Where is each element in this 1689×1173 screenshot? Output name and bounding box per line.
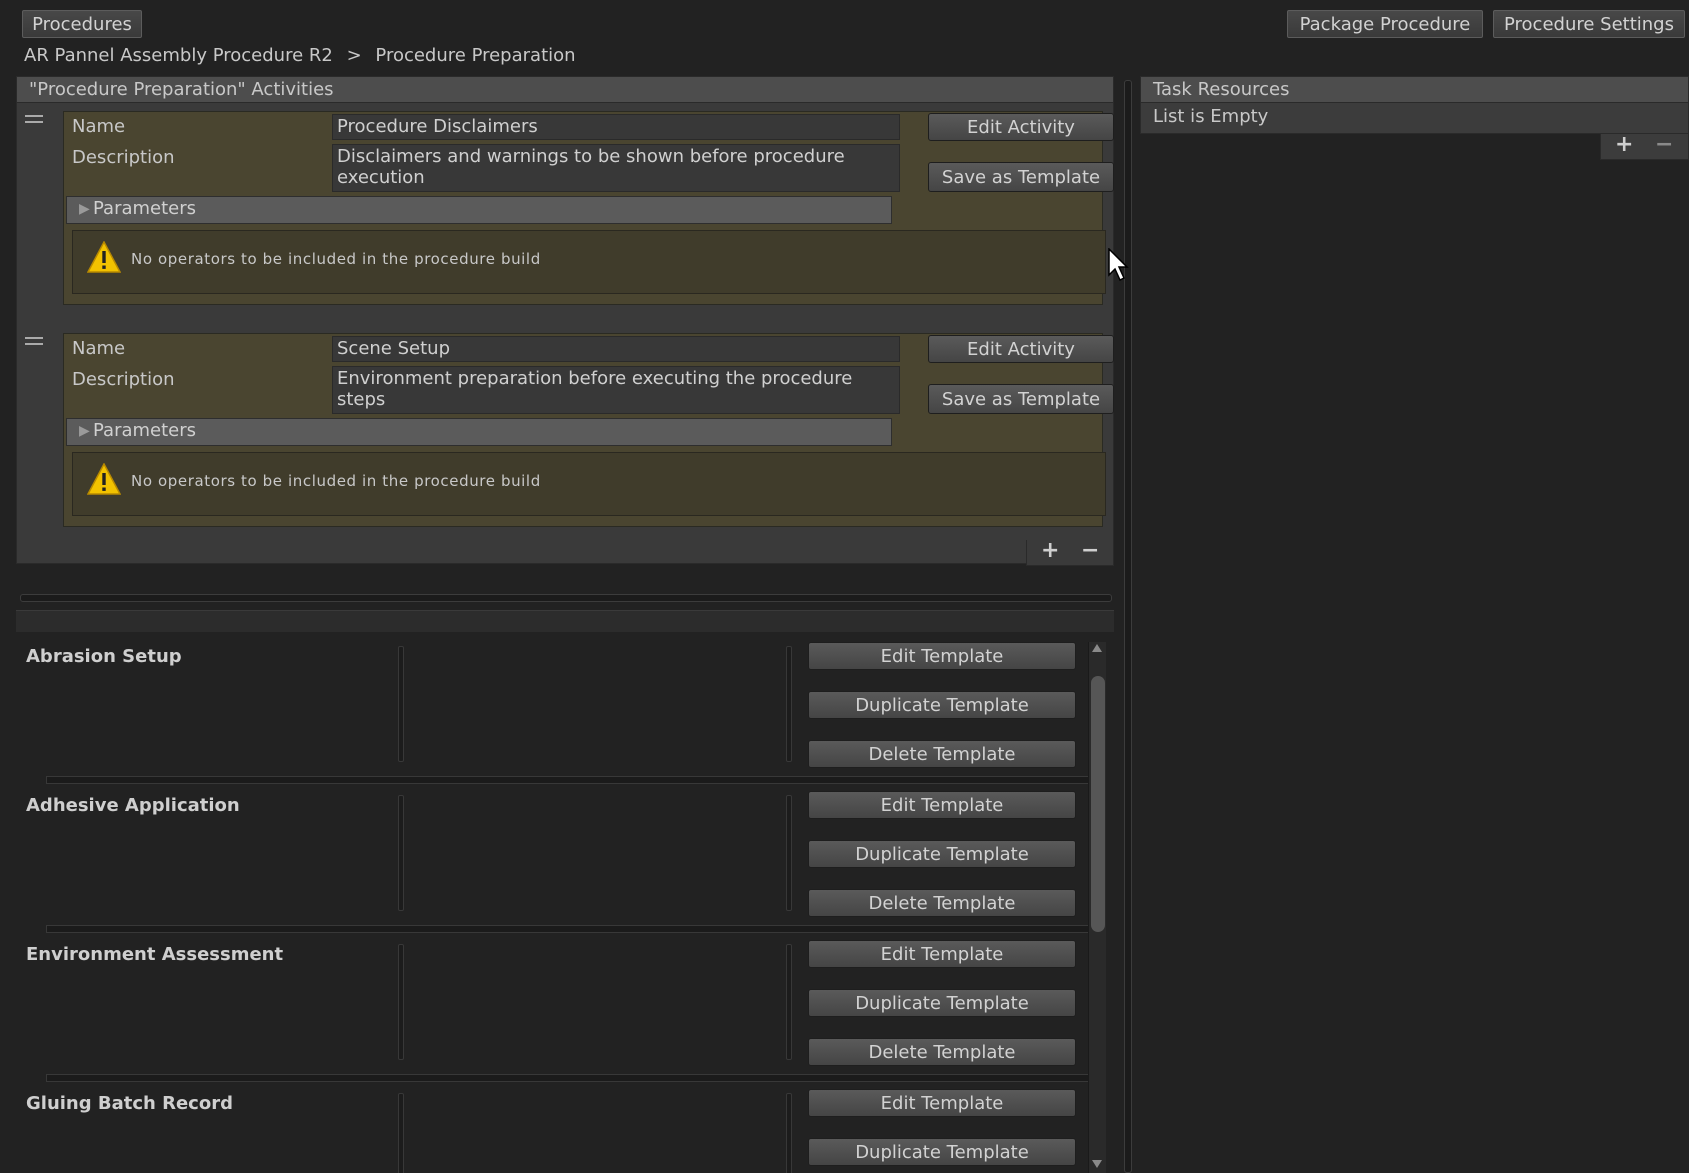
parameters-foldout[interactable]: ▶ Parameters xyxy=(66,418,892,446)
activity-description-field[interactable]: Environment preparation before executing… xyxy=(332,366,900,414)
procedure-settings-button[interactable]: Procedure Settings xyxy=(1493,10,1685,38)
scroll-down-arrow-icon[interactable] xyxy=(1092,1160,1102,1168)
column-divider[interactable] xyxy=(398,1093,404,1173)
expand-triangle-icon: ▶ xyxy=(79,423,90,439)
list-empty-text: List is Empty xyxy=(1153,106,1269,127)
warning-box: No operators to be included in the proce… xyxy=(72,452,1106,516)
templates-list: Abrasion Setup Edit Template Duplicate T… xyxy=(16,636,1114,1173)
edit-template-button[interactable]: Edit Template xyxy=(808,791,1076,819)
duplicate-template-button[interactable]: Duplicate Template xyxy=(808,691,1076,719)
delete-template-button[interactable]: Delete Template xyxy=(808,889,1076,917)
scrollbar-thumb[interactable] xyxy=(1091,676,1105,932)
warning-icon xyxy=(87,241,121,273)
edit-activity-button[interactable]: Edit Activity xyxy=(928,113,1114,141)
warning-box: No operators to be included in the proce… xyxy=(72,230,1106,294)
activity-name-field[interactable]: Scene Setup xyxy=(332,336,900,362)
horizontal-splitter[interactable] xyxy=(20,594,1112,602)
column-divider[interactable] xyxy=(398,795,404,911)
activity-description-field[interactable]: Disclaimers and warnings to be shown bef… xyxy=(332,144,900,192)
add-activity-button[interactable]: + xyxy=(1041,538,1059,563)
warning-text: No operators to be included in the proce… xyxy=(131,250,541,268)
warning-text: No operators to be included in the proce… xyxy=(131,472,541,490)
column-divider[interactable] xyxy=(786,1093,792,1173)
drag-handle[interactable] xyxy=(25,115,43,123)
breadcrumb-root[interactable]: AR Pannel Assembly Procedure R2 xyxy=(24,45,333,66)
edit-template-button[interactable]: Edit Template xyxy=(808,1089,1076,1117)
mouse-cursor-icon xyxy=(1108,248,1129,282)
template-row: Gluing Batch Record Edit Template Duplic… xyxy=(22,1087,1080,1173)
template-separator xyxy=(46,1074,1092,1082)
description-label: Description xyxy=(72,369,175,390)
template-separator xyxy=(46,925,1092,933)
package-procedure-button[interactable]: Package Procedure xyxy=(1287,10,1483,38)
remove-activity-button[interactable]: − xyxy=(1081,538,1099,563)
activities-list-footer: + − xyxy=(1026,538,1114,566)
breadcrumb-current: Procedure Preparation xyxy=(375,45,576,66)
duplicate-template-button[interactable]: Duplicate Template xyxy=(808,989,1076,1017)
task-resources-panel: Task Resources List is Empty xyxy=(1140,76,1689,134)
procedures-button[interactable]: Procedures xyxy=(22,10,142,38)
breadcrumb-separator: > xyxy=(346,45,362,66)
vertical-splitter[interactable] xyxy=(1124,80,1132,1173)
scroll-up-arrow-icon[interactable] xyxy=(1092,644,1102,652)
name-label: Name xyxy=(72,338,126,359)
template-separator xyxy=(46,776,1092,784)
delete-template-button[interactable]: Delete Template xyxy=(808,1038,1076,1066)
save-as-template-button[interactable]: Save as Template xyxy=(928,384,1114,414)
templates-scrollbar[interactable] xyxy=(1088,642,1106,1173)
activities-panel: "Procedure Preparation" Activities Name … xyxy=(16,76,1114,564)
column-divider[interactable] xyxy=(786,795,792,911)
activities-header: "Procedure Preparation" Activities xyxy=(17,77,1113,103)
edit-activity-button[interactable]: Edit Activity xyxy=(928,335,1114,363)
template-row: Adhesive Application Edit Template Dupli… xyxy=(22,789,1080,917)
task-resources-footer: + − xyxy=(1600,132,1689,160)
duplicate-template-button[interactable]: Duplicate Template xyxy=(808,840,1076,868)
column-divider[interactable] xyxy=(786,646,792,762)
delete-template-button[interactable]: Delete Template xyxy=(808,740,1076,768)
parameters-foldout[interactable]: ▶ Parameters xyxy=(66,196,892,224)
drag-handle[interactable] xyxy=(25,337,43,345)
warning-icon xyxy=(87,463,121,495)
parameters-label: Parameters xyxy=(93,420,197,441)
column-divider[interactable] xyxy=(786,944,792,1060)
duplicate-template-button[interactable]: Duplicate Template xyxy=(808,1138,1076,1166)
breadcrumb: AR Pannel Assembly Procedure R2 > Proced… xyxy=(24,45,576,66)
column-divider[interactable] xyxy=(398,944,404,1060)
expand-triangle-icon: ▶ xyxy=(79,201,90,217)
name-label: Name xyxy=(72,116,126,137)
save-as-template-button[interactable]: Save as Template xyxy=(928,162,1114,192)
activity-name-field[interactable]: Procedure Disclaimers xyxy=(332,114,900,140)
task-resources-header: Task Resources xyxy=(1141,77,1688,103)
template-name: Adhesive Application xyxy=(26,795,240,816)
edit-template-button[interactable]: Edit Template xyxy=(808,940,1076,968)
remove-resource-button[interactable]: − xyxy=(1655,132,1673,157)
template-name: Abrasion Setup xyxy=(26,646,182,667)
add-resource-button[interactable]: + xyxy=(1615,132,1633,157)
template-name: Environment Assessment xyxy=(26,944,284,965)
description-label: Description xyxy=(72,147,175,168)
edit-template-button[interactable]: Edit Template xyxy=(808,642,1076,670)
template-row: Environment Assessment Edit Template Dup… xyxy=(22,938,1080,1066)
activity-card: Name Scene Setup Description Environment… xyxy=(63,333,1114,527)
template-row: Abrasion Setup Edit Template Duplicate T… xyxy=(22,640,1080,768)
templates-top-bar xyxy=(16,610,1114,632)
parameters-label: Parameters xyxy=(93,198,197,219)
template-name: Gluing Batch Record xyxy=(26,1093,233,1114)
activity-card: Name Procedure Disclaimers Description D… xyxy=(63,111,1114,305)
column-divider[interactable] xyxy=(398,646,404,762)
